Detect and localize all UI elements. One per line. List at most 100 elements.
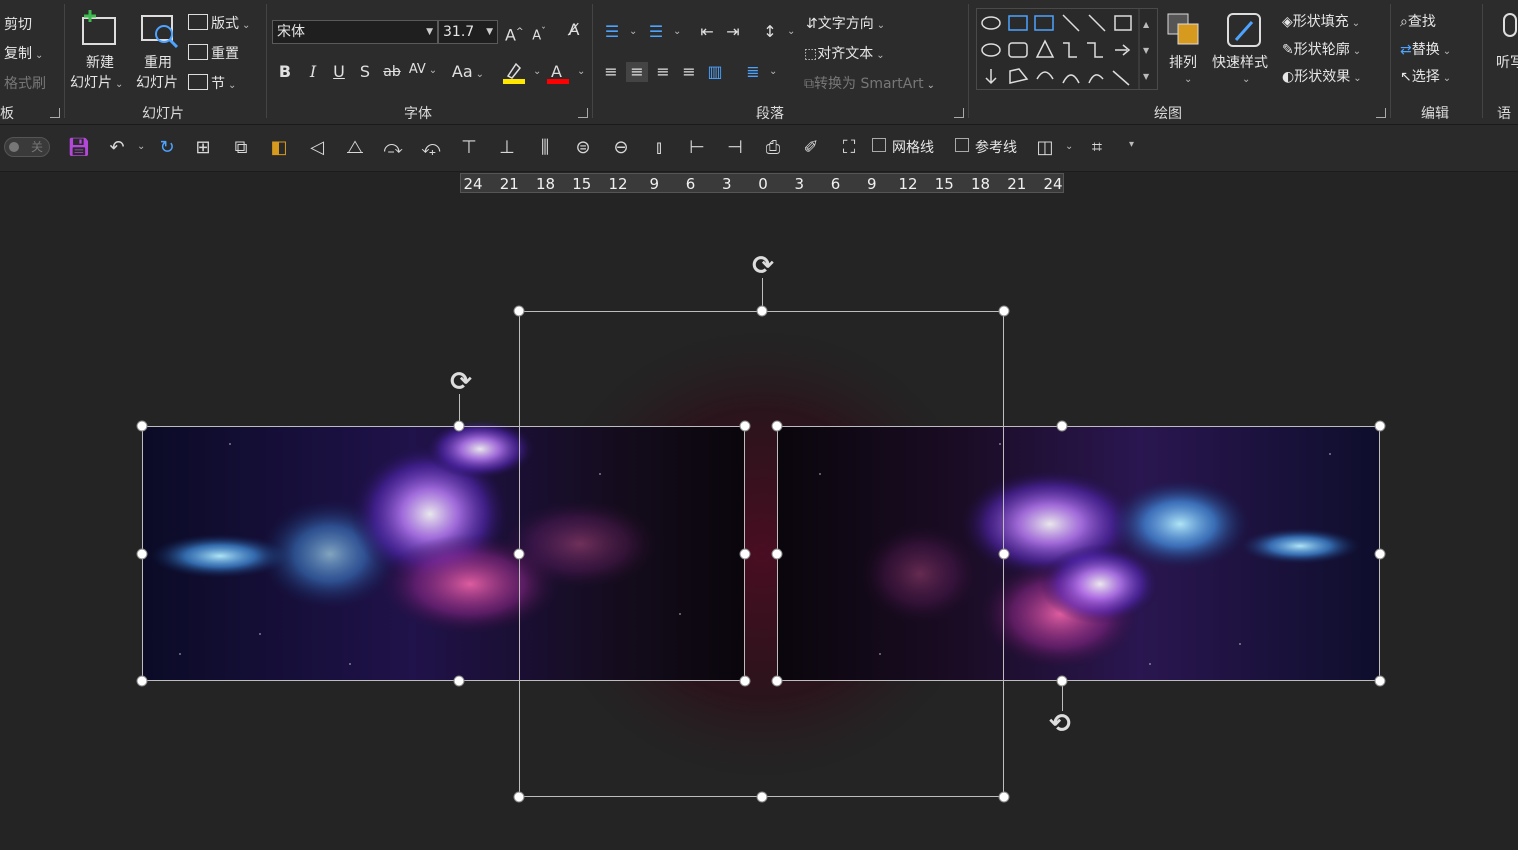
rotate-right-icon[interactable]: ⤼ (380, 135, 406, 161)
distribute-vertical-icon[interactable]: ⫾ (646, 135, 672, 161)
resize-handle[interactable] (998, 548, 1010, 560)
format-painter-icon[interactable]: ✐ (798, 135, 824, 161)
resize-handle[interactable] (756, 305, 768, 317)
horizontal-ruler[interactable]: 24 21 18 15 12 9 6 3 0 3 6 9 12 15 18 21 24 (460, 173, 1064, 193)
reuse-slide-icon[interactable] (140, 12, 180, 50)
toggle-switch[interactable]: 关 (4, 137, 50, 157)
chevron-down-icon[interactable]: ⌄ (1184, 74, 1192, 85)
shape-fill-button[interactable]: ◈形状填充 ⌄ (1282, 11, 1360, 31)
resize-handle[interactable] (453, 675, 465, 687)
underline-button[interactable]: U (330, 62, 348, 82)
new-slide-button[interactable]: 幻灯片 ⌄ (70, 72, 123, 92)
align-left-objects-icon[interactable]: ⊢ (684, 135, 710, 161)
rotate-handle-icon[interactable]: ⟳ (752, 251, 774, 281)
reuse-slide-label-1[interactable]: 重用 (144, 52, 172, 72)
align-center-icon[interactable]: ≡ (626, 62, 648, 82)
bold-button[interactable]: B (276, 62, 294, 82)
chevron-down-icon[interactable]: ⌄ (137, 141, 145, 152)
undo-icon[interactable]: ↶ (104, 135, 130, 161)
font-size-input[interactable]: 31.7 ▼ (438, 20, 498, 44)
shrink-font-icon[interactable]: Aˇ (530, 22, 548, 46)
new-slide-icon[interactable] (80, 8, 120, 48)
change-case-button[interactable]: Aa ⌄ (450, 62, 486, 85)
align-bottom-icon[interactable]: ⊥ (494, 135, 520, 161)
customize-toolbar-icon[interactable]: ▾ (1129, 139, 1134, 150)
chevron-down-icon[interactable]: ▼ (486, 21, 493, 43)
decrease-indent-icon[interactable]: ⇤ (696, 22, 718, 42)
resize-handle[interactable] (136, 675, 148, 687)
layout-button[interactable]: 版式 ⌄ (211, 13, 250, 33)
resize-handle[interactable] (756, 791, 768, 803)
resize-handle[interactable] (771, 548, 783, 560)
resize-handle[interactable] (1374, 548, 1386, 560)
gridlines-checkbox[interactable] (872, 138, 886, 152)
clear-format-icon[interactable]: A̸ (562, 20, 586, 40)
align-text-button[interactable]: ⬚对齐文本 ⌄ (804, 43, 885, 63)
resize-handle[interactable] (1056, 675, 1068, 687)
chevron-down-icon[interactable]: ⌄ (769, 66, 777, 77)
select-button[interactable]: ↖选择 ⌄ (1400, 66, 1451, 86)
numbering-icon[interactable]: ☰ (644, 22, 668, 42)
arrange-button[interactable]: 排列 (1169, 52, 1197, 72)
new-slide-label-1[interactable]: 新建 (86, 52, 114, 72)
copy-button[interactable]: 复制 ⌄ (4, 43, 43, 63)
increase-indent-icon[interactable]: ⇥ (722, 22, 744, 42)
guides-checkbox[interactable] (955, 138, 969, 152)
distributed-icon[interactable]: ▥ (704, 62, 726, 82)
replace-button[interactable]: ⇄替换 ⌄ (1400, 39, 1451, 59)
chevron-down-icon[interactable]: ⌄ (673, 26, 681, 37)
justify-icon[interactable]: ≡ (678, 62, 700, 82)
align-center-vertical-icon[interactable]: ⊖ (608, 135, 634, 161)
resize-handle[interactable] (513, 548, 525, 560)
chevron-down-icon[interactable]: ⌄ (1065, 141, 1073, 152)
resize-handle[interactable] (136, 420, 148, 432)
quick-styles-icon[interactable] (1224, 10, 1264, 50)
resize-handle[interactable] (739, 548, 751, 560)
resize-handle[interactable] (453, 420, 465, 432)
chevron-down-icon[interactable]: ⌄ (787, 26, 795, 37)
reset-icon[interactable] (188, 44, 208, 60)
align-middle-icon[interactable]: ⊜ (570, 135, 596, 161)
flip-horizontal-icon[interactable]: ◁ (304, 135, 330, 161)
font-color-icon[interactable]: A (546, 60, 570, 86)
rotate-handle-icon[interactable]: ⟲ (1049, 709, 1071, 739)
drawing-launcher-icon[interactable] (1376, 108, 1386, 118)
slide-canvas[interactable]: ⟳ ⟳ ⟲ (0, 194, 1518, 850)
selection-frame-left-image[interactable] (142, 426, 745, 681)
bullets-icon[interactable]: ☰ (600, 22, 624, 42)
chevron-down-icon[interactable]: ⌄ (533, 66, 541, 77)
resize-handle[interactable] (739, 420, 751, 432)
group-objects-icon[interactable]: ⧉ (228, 135, 254, 161)
align-right-objects-icon[interactable]: ⊣ (722, 135, 748, 161)
columns-icon[interactable]: ≣ (742, 62, 764, 82)
chevron-down-icon[interactable]: ▼ (426, 21, 433, 43)
layout-icon[interactable] (188, 14, 208, 30)
chevron-down-icon[interactable]: ⌄ (629, 26, 637, 37)
align-right-icon[interactable]: ≡ (652, 62, 674, 82)
char-spacing-button[interactable]: AV ⌄ (408, 60, 438, 81)
section-icon[interactable] (188, 74, 208, 90)
save-icon[interactable]: 💾︎ (66, 135, 92, 161)
crop-fit-icon[interactable]: ⛶ (836, 135, 862, 161)
resize-handle[interactable] (1374, 420, 1386, 432)
resize-handle[interactable] (771, 675, 783, 687)
redo-icon[interactable]: ↻ (154, 135, 180, 161)
resize-handle[interactable] (739, 675, 751, 687)
highlight-icon[interactable] (502, 60, 526, 86)
smartart-button[interactable]: ⧉转换为 SmartArt ⌄ (804, 73, 935, 93)
flip-vertical-icon[interactable]: ⧍ (342, 135, 368, 161)
microphone-icon[interactable] (1500, 12, 1518, 48)
rotate-handle-icon[interactable]: ⟳ (450, 367, 472, 397)
distribute-horizontal-icon[interactable]: ⫼ (532, 135, 558, 161)
chevron-down-icon[interactable]: ⌄ (577, 66, 585, 77)
dictate-button[interactable]: 听写 (1496, 52, 1518, 72)
section-button[interactable]: 节 ⌄ (211, 73, 236, 93)
layout-panel-icon[interactable]: ◫ (1032, 135, 1058, 161)
shadow-button[interactable]: S (356, 62, 374, 82)
selection-frame-right-image[interactable] (777, 426, 1380, 681)
strikethrough-button[interactable]: ab (380, 62, 404, 82)
rotate-left-icon[interactable]: ⤽ (418, 135, 444, 161)
italic-button[interactable]: I (304, 62, 322, 82)
align-left-icon[interactable]: ≡ (600, 62, 622, 82)
resize-handle[interactable] (998, 305, 1010, 317)
